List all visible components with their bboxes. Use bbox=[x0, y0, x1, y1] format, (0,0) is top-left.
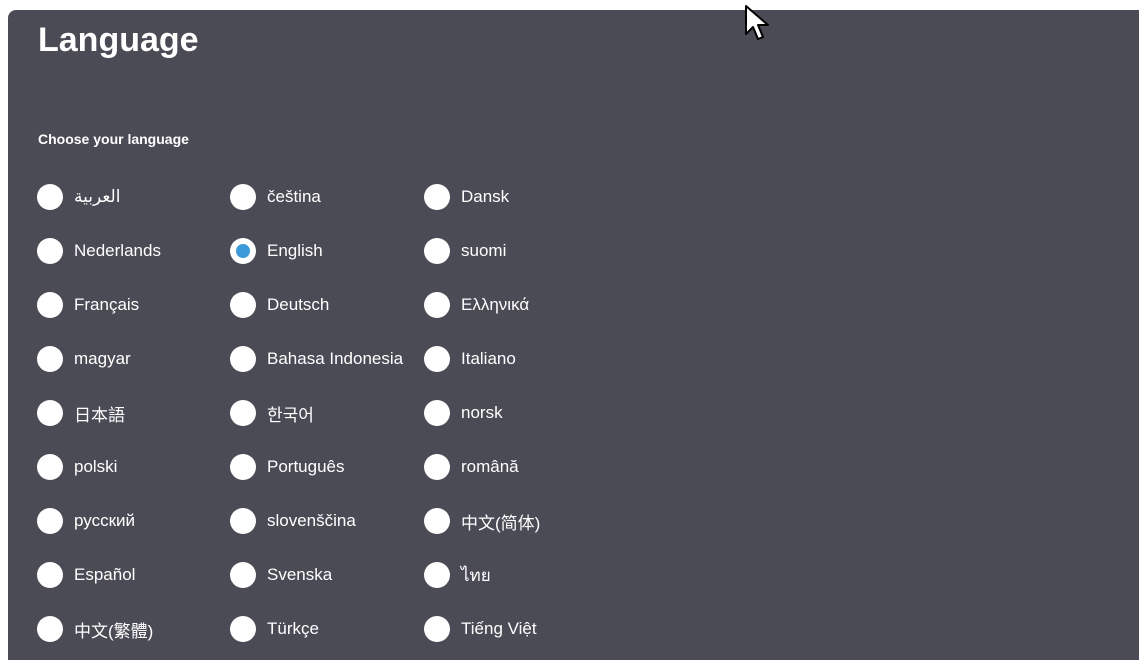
page-title: Language bbox=[38, 21, 199, 59]
language-option[interactable]: English bbox=[230, 224, 424, 278]
language-label: Tiếng Việt bbox=[461, 619, 537, 638]
language-label: 한국어 bbox=[267, 405, 314, 425]
radio-button[interactable] bbox=[424, 346, 450, 372]
language-label: Svenska bbox=[267, 565, 333, 584]
radio-button[interactable] bbox=[424, 454, 450, 480]
language-label: Bahasa Indonesia bbox=[267, 349, 404, 368]
language-label: Türkçe bbox=[267, 619, 319, 638]
radio-button[interactable] bbox=[230, 346, 256, 372]
language-option[interactable]: Ελληνικά bbox=[424, 278, 618, 332]
language-label: 日本語 bbox=[74, 405, 125, 425]
language-label: Dansk bbox=[461, 187, 510, 206]
language-option[interactable]: slovenščina bbox=[230, 494, 424, 548]
radio-button[interactable] bbox=[424, 238, 450, 264]
language-option[interactable]: Svenska bbox=[230, 548, 424, 602]
language-label: Deutsch bbox=[267, 295, 330, 314]
language-option[interactable]: Dansk bbox=[424, 170, 618, 224]
language-label: magyar bbox=[74, 349, 131, 368]
language-option[interactable]: русский bbox=[37, 494, 230, 548]
language-label: Ελληνικά bbox=[461, 295, 530, 314]
language-option[interactable]: čeština bbox=[230, 170, 424, 224]
radio-button[interactable] bbox=[230, 292, 256, 318]
language-option[interactable]: magyar bbox=[37, 332, 230, 386]
language-label: norsk bbox=[461, 403, 503, 422]
radio-button[interactable] bbox=[37, 346, 63, 372]
language-label: čeština bbox=[267, 187, 321, 206]
radio-button[interactable] bbox=[424, 562, 450, 588]
language-label: English bbox=[267, 241, 323, 260]
language-option[interactable]: română bbox=[424, 440, 618, 494]
language-radio-group: العربية čeština Dansk Nederlands English suom… bbox=[37, 170, 618, 656]
language-label: suomi bbox=[461, 241, 507, 260]
radio-button[interactable] bbox=[230, 454, 256, 480]
language-label: Nederlands bbox=[74, 241, 161, 260]
language-option[interactable]: Español bbox=[37, 548, 230, 602]
radio-button[interactable] bbox=[230, 184, 256, 210]
mouse-pointer-icon bbox=[745, 5, 769, 40]
radio-button[interactable] bbox=[424, 616, 450, 642]
language-option[interactable]: العربية bbox=[37, 170, 230, 224]
radio-button[interactable] bbox=[230, 508, 256, 534]
language-option[interactable]: 中文(繁體) bbox=[37, 602, 230, 656]
language-label: slovenščina bbox=[267, 511, 356, 530]
language-label: Español bbox=[74, 565, 136, 584]
language-option[interactable]: Português bbox=[230, 440, 424, 494]
radio-button[interactable] bbox=[37, 562, 63, 588]
language-option[interactable]: suomi bbox=[424, 224, 618, 278]
language-label: 中文(繁體) bbox=[74, 621, 154, 641]
section-label: Choose your language bbox=[38, 131, 189, 147]
language-option[interactable]: 日本語 bbox=[37, 386, 230, 440]
language-option[interactable]: Bahasa Indonesia bbox=[230, 332, 424, 386]
language-settings-panel: Language Choose your language العربية češ… bbox=[8, 10, 1139, 660]
radio-button[interactable] bbox=[230, 616, 256, 642]
language-option[interactable]: ไทย bbox=[424, 548, 618, 602]
radio-button[interactable] bbox=[424, 184, 450, 210]
language-option[interactable]: polski bbox=[37, 440, 230, 494]
language-option[interactable]: Nederlands bbox=[37, 224, 230, 278]
language-label: ไทย bbox=[461, 565, 491, 585]
radio-button[interactable] bbox=[37, 238, 63, 264]
language-option[interactable]: 한국어 bbox=[230, 386, 424, 440]
radio-button[interactable] bbox=[37, 400, 63, 426]
radio-button[interactable] bbox=[37, 454, 63, 480]
language-label: 中文(简体) bbox=[461, 513, 541, 533]
radio-button[interactable] bbox=[424, 400, 450, 426]
radio-button[interactable] bbox=[37, 616, 63, 642]
language-label: polski bbox=[74, 457, 118, 476]
language-label: русский bbox=[74, 511, 136, 530]
radio-button[interactable] bbox=[37, 292, 63, 318]
radio-button[interactable] bbox=[230, 562, 256, 588]
language-label: română bbox=[461, 457, 519, 476]
language-option[interactable]: Italiano bbox=[424, 332, 618, 386]
radio-button[interactable] bbox=[37, 508, 63, 534]
radio-button[interactable] bbox=[424, 292, 450, 318]
radio-button[interactable] bbox=[424, 508, 450, 534]
language-label: Italiano bbox=[461, 349, 516, 368]
language-option[interactable]: 中文(简体) bbox=[424, 494, 618, 548]
radio-button[interactable] bbox=[230, 400, 256, 426]
language-label: Português bbox=[267, 457, 345, 476]
language-option[interactable]: norsk bbox=[424, 386, 618, 440]
language-option[interactable]: Deutsch bbox=[230, 278, 424, 332]
language-label: العربية bbox=[74, 187, 121, 206]
radio-button[interactable] bbox=[37, 184, 63, 210]
language-option[interactable]: Türkçe bbox=[230, 602, 424, 656]
radio-button-selected[interactable] bbox=[230, 238, 256, 264]
language-option[interactable]: Tiếng Việt bbox=[424, 602, 618, 656]
language-label: Français bbox=[74, 295, 140, 314]
language-option[interactable]: Français bbox=[37, 278, 230, 332]
